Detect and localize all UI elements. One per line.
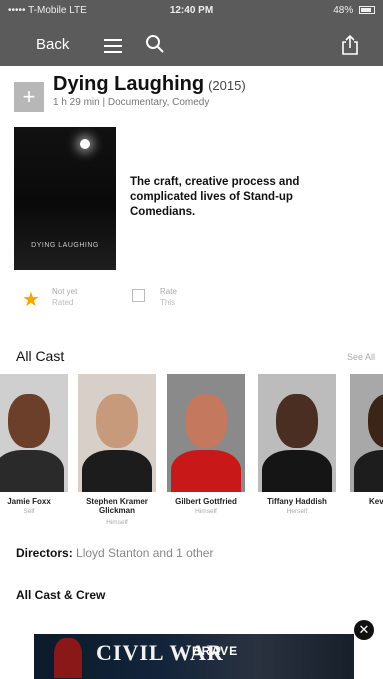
search-icon[interactable] (145, 34, 165, 54)
cast-role: Herself (286, 508, 308, 515)
back-button[interactable]: Back (36, 36, 69, 53)
battery-icon (359, 6, 375, 14)
cast-photo-face (276, 394, 318, 448)
cast-photo-shoulders (82, 450, 152, 492)
battery-label: 48% (333, 5, 354, 16)
status-bar: ••••• T-Mobile LTE 12:40 PM 48% (0, 0, 383, 22)
rate-label: Rate (160, 287, 177, 296)
cast-photo-face (96, 394, 138, 448)
cast-photo (78, 374, 156, 492)
cast-photo-shoulders (0, 450, 64, 492)
cast-photo-shoulders (262, 450, 332, 492)
menu-icon[interactable] (104, 39, 122, 53)
plot-summary: The craft, creative process and complica… (130, 176, 300, 218)
cast-photo-face (8, 394, 50, 448)
cast-photo-shoulders (354, 450, 383, 492)
ad-figure (54, 638, 82, 678)
cast-name: Gilbert Gottfried (175, 497, 237, 506)
cast-photo-shoulders (171, 450, 241, 492)
cast-photo (167, 374, 245, 492)
ad-brand: BRAVE (192, 644, 239, 658)
cast-photo (258, 374, 336, 492)
cast-name: Tiffany Haddish (267, 497, 327, 506)
movie-poster[interactable]: DYING LAUGHING (14, 127, 116, 270)
star-icon: ★ (22, 289, 40, 311)
directors-line[interactable]: Directors: Lloyd Stanton and 1 other (16, 546, 213, 560)
close-ad-icon[interactable]: ✕ (354, 620, 374, 640)
poster-light (80, 139, 90, 149)
share-icon[interactable] (340, 34, 360, 56)
movie-title-text: Dying Laughing (53, 73, 205, 95)
movie-meta: 1 h 29 min | Documentary, Comedy (53, 97, 210, 108)
cast-photo (350, 374, 383, 492)
clock-label: 12:40 PM (169, 5, 214, 16)
add-to-watchlist-button[interactable]: + (14, 82, 44, 112)
cast-section-title: All Cast (16, 348, 65, 364)
cast-role: Self (350, 508, 383, 515)
cast-photo-face (185, 394, 227, 448)
cast-photo (0, 374, 68, 492)
see-all-cast-link[interactable]: See All (347, 352, 375, 362)
movie-title: Dying Laughing (2015) (53, 73, 246, 96)
directors-label: Directors: (16, 546, 73, 560)
cast-name: Stephen Kramer Glickman (86, 497, 148, 515)
cast-carousel[interactable]: Jamie Foxx Self Stephen Kramer Glickman Him… (0, 374, 383, 529)
cast-role: Himself (106, 519, 128, 526)
cast-photo-face (368, 394, 383, 448)
rating-sub: Rated (52, 298, 74, 307)
cast-role: Self (23, 508, 35, 515)
navigation-bar: Back (0, 26, 383, 66)
top-bar: ••••• T-Mobile LTE 12:40 PM 48% Back (0, 0, 383, 66)
battery-indicator: 48% (333, 5, 375, 16)
rate-checkbox-icon (132, 289, 145, 302)
cast-name: Jamie Foxx (7, 497, 51, 506)
movie-year: (2015) (208, 78, 246, 93)
all-cast-crew-link[interactable]: All Cast & Crew (16, 588, 105, 602)
ad-banner[interactable]: CIVIL WAR BRAVE (34, 634, 354, 679)
directors-value: Lloyd Stanton and 1 other (76, 546, 214, 560)
poster-text: DYING LAUGHING (31, 242, 99, 249)
cast-name: Kevin Hart (368, 497, 383, 506)
rating-label: Not yet (52, 287, 78, 296)
cast-role: Himself (195, 508, 217, 515)
rate-sub: This (160, 298, 176, 307)
